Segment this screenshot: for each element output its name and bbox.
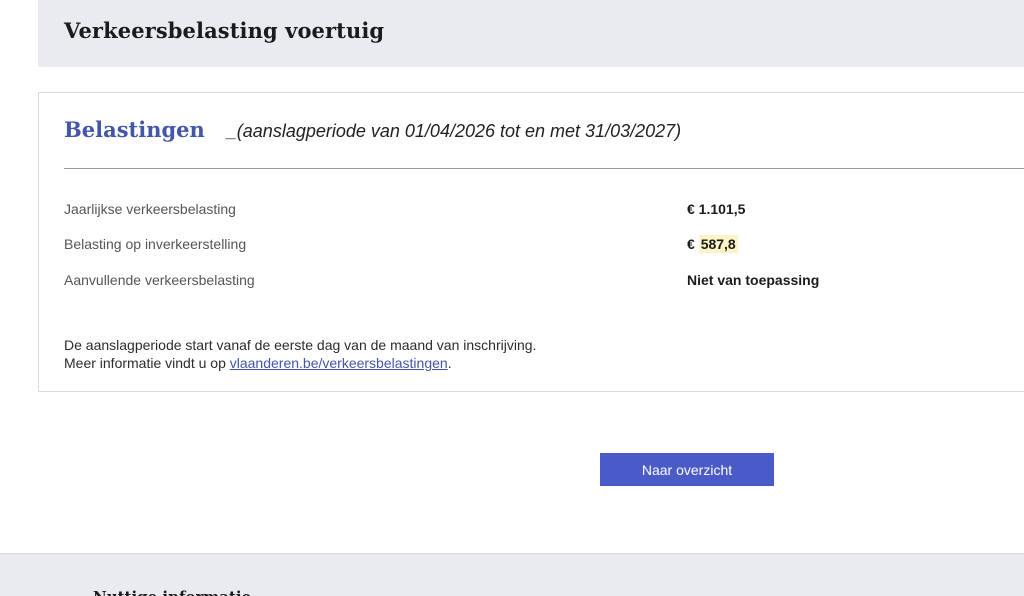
footer-title: Nuttige informatie — [93, 588, 251, 596]
info-line-1: De aanslagperiode start vanaf de eerste … — [64, 337, 537, 353]
assessment-period: _(aanslagperiode van 01/04/2026 tot en m… — [226, 121, 682, 141]
info-text: De aanslagperiode start vanaf de eerste … — [64, 336, 536, 372]
card-divider — [64, 168, 1024, 169]
info-line-2-suffix: . — [447, 355, 452, 371]
tax-label: Belasting op inverkeerstelling — [64, 236, 247, 252]
more-info-link[interactable]: vlaanderen.be/verkeersbelastingen — [230, 355, 448, 371]
page-title: Verkeersbelasting voertuig — [64, 18, 385, 43]
tax-card: Belastingen _(aanslagperiode van 01/04/2… — [38, 92, 1024, 392]
highlighted-amount: 587,8 — [698, 235, 738, 253]
footer: Nuttige informatie — [0, 553, 1024, 596]
tax-label: Jaarlijkse verkeersbelasting — [64, 201, 236, 217]
tax-row-registration: Belasting op inverkeerstelling € 587,8 — [64, 235, 1004, 256]
tax-row-annual: Jaarlijkse verkeersbelasting € 1.101,5 — [64, 201, 1004, 221]
tax-value-highlighted: € 587,8 — [687, 235, 738, 253]
card-heading: Belastingen _(aanslagperiode van 01/04/2… — [64, 117, 681, 142]
info-line-2: Meer informatie vindt u op vlaanderen.be… — [64, 354, 536, 372]
tax-value: € 1.101,5 — [687, 201, 746, 217]
page-header: Verkeersbelasting voertuig — [38, 0, 1024, 67]
to-overview-button[interactable]: Naar overzicht — [600, 453, 774, 486]
info-line-2-prefix: Meer informatie vindt u op — [64, 355, 230, 371]
tax-label: Aanvullende verkeersbelasting — [64, 272, 255, 288]
tax-value: Niet van toepassing — [687, 272, 820, 288]
tax-row-additional: Aanvullende verkeersbelasting Niet van t… — [64, 272, 1004, 292]
card-title: Belastingen — [64, 117, 205, 142]
